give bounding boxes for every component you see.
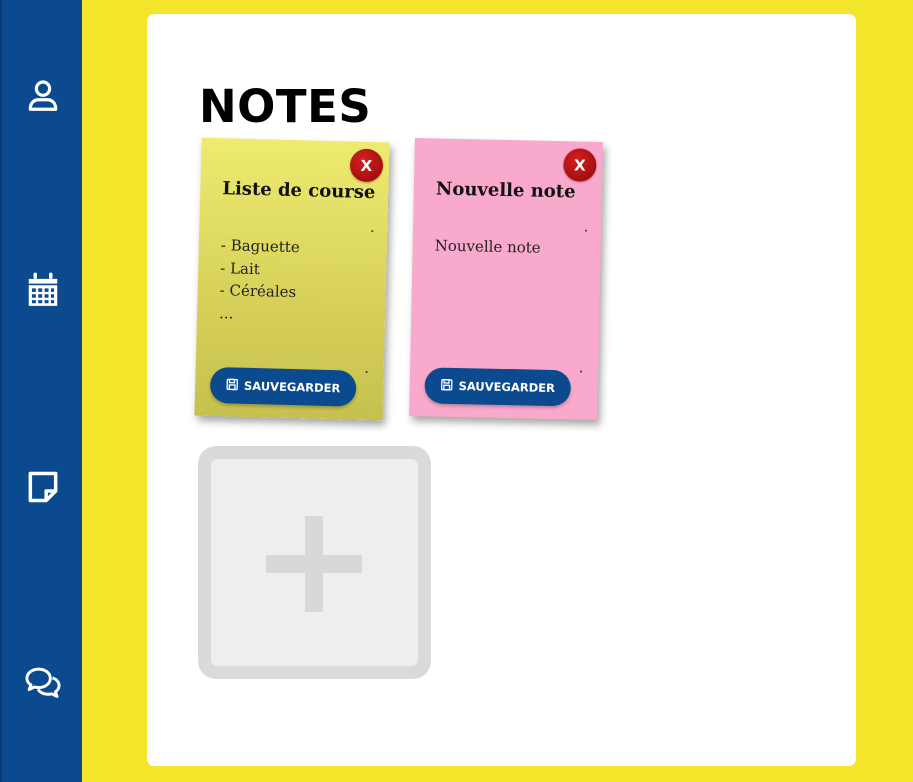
note-title[interactable]: Nouvelle note xyxy=(436,179,576,203)
sidebar-item-chat[interactable] xyxy=(18,660,68,710)
save-button-label: SAUVEGARDER xyxy=(243,378,341,396)
main-panel: NOTES X Liste de course - Baguette - Lai… xyxy=(147,14,856,766)
note-body-line: - Céréales xyxy=(219,281,297,302)
sidebar-item-calendar[interactable] xyxy=(18,267,68,317)
sticky-note-icon xyxy=(24,468,62,510)
save-note-button[interactable]: SAUVEGARDER xyxy=(424,367,572,407)
close-note-button[interactable]: X xyxy=(349,148,384,183)
close-note-button[interactable]: X xyxy=(563,148,597,182)
chat-icon xyxy=(24,664,62,706)
page-title: NOTES xyxy=(199,80,372,133)
resize-dot xyxy=(371,230,374,233)
note-card[interactable]: X Liste de course - Baguette - Lait - Cé… xyxy=(194,137,390,421)
save-note-button[interactable]: SAUVEGARDER xyxy=(209,366,357,407)
sidebar-item-profile[interactable] xyxy=(18,72,68,122)
note-body-line: ... xyxy=(218,303,234,322)
note-title[interactable]: Liste de course xyxy=(222,178,376,203)
note-body[interactable]: Nouvelle note xyxy=(434,235,584,261)
note-body-line: Nouvelle note xyxy=(434,236,541,257)
floppy-disk-icon xyxy=(440,378,453,393)
resize-dot xyxy=(365,370,368,374)
resize-dot xyxy=(580,370,583,373)
add-note-area xyxy=(211,459,418,666)
calendar-icon xyxy=(24,271,62,313)
sidebar xyxy=(0,0,82,782)
user-icon xyxy=(24,76,62,118)
save-button-label: SAUVEGARDER xyxy=(458,379,556,396)
sidebar-item-notes[interactable] xyxy=(18,464,68,514)
note-body[interactable]: - Baguette - Lait - Céréales ... xyxy=(219,234,371,328)
add-note-button[interactable] xyxy=(198,446,431,679)
floppy-disk-icon xyxy=(226,378,238,393)
resize-dot xyxy=(585,229,588,232)
note-body-line: - Baguette xyxy=(220,236,300,257)
note-card[interactable]: X Nouvelle note Nouvelle note SAUVEGARDE… xyxy=(409,138,603,420)
